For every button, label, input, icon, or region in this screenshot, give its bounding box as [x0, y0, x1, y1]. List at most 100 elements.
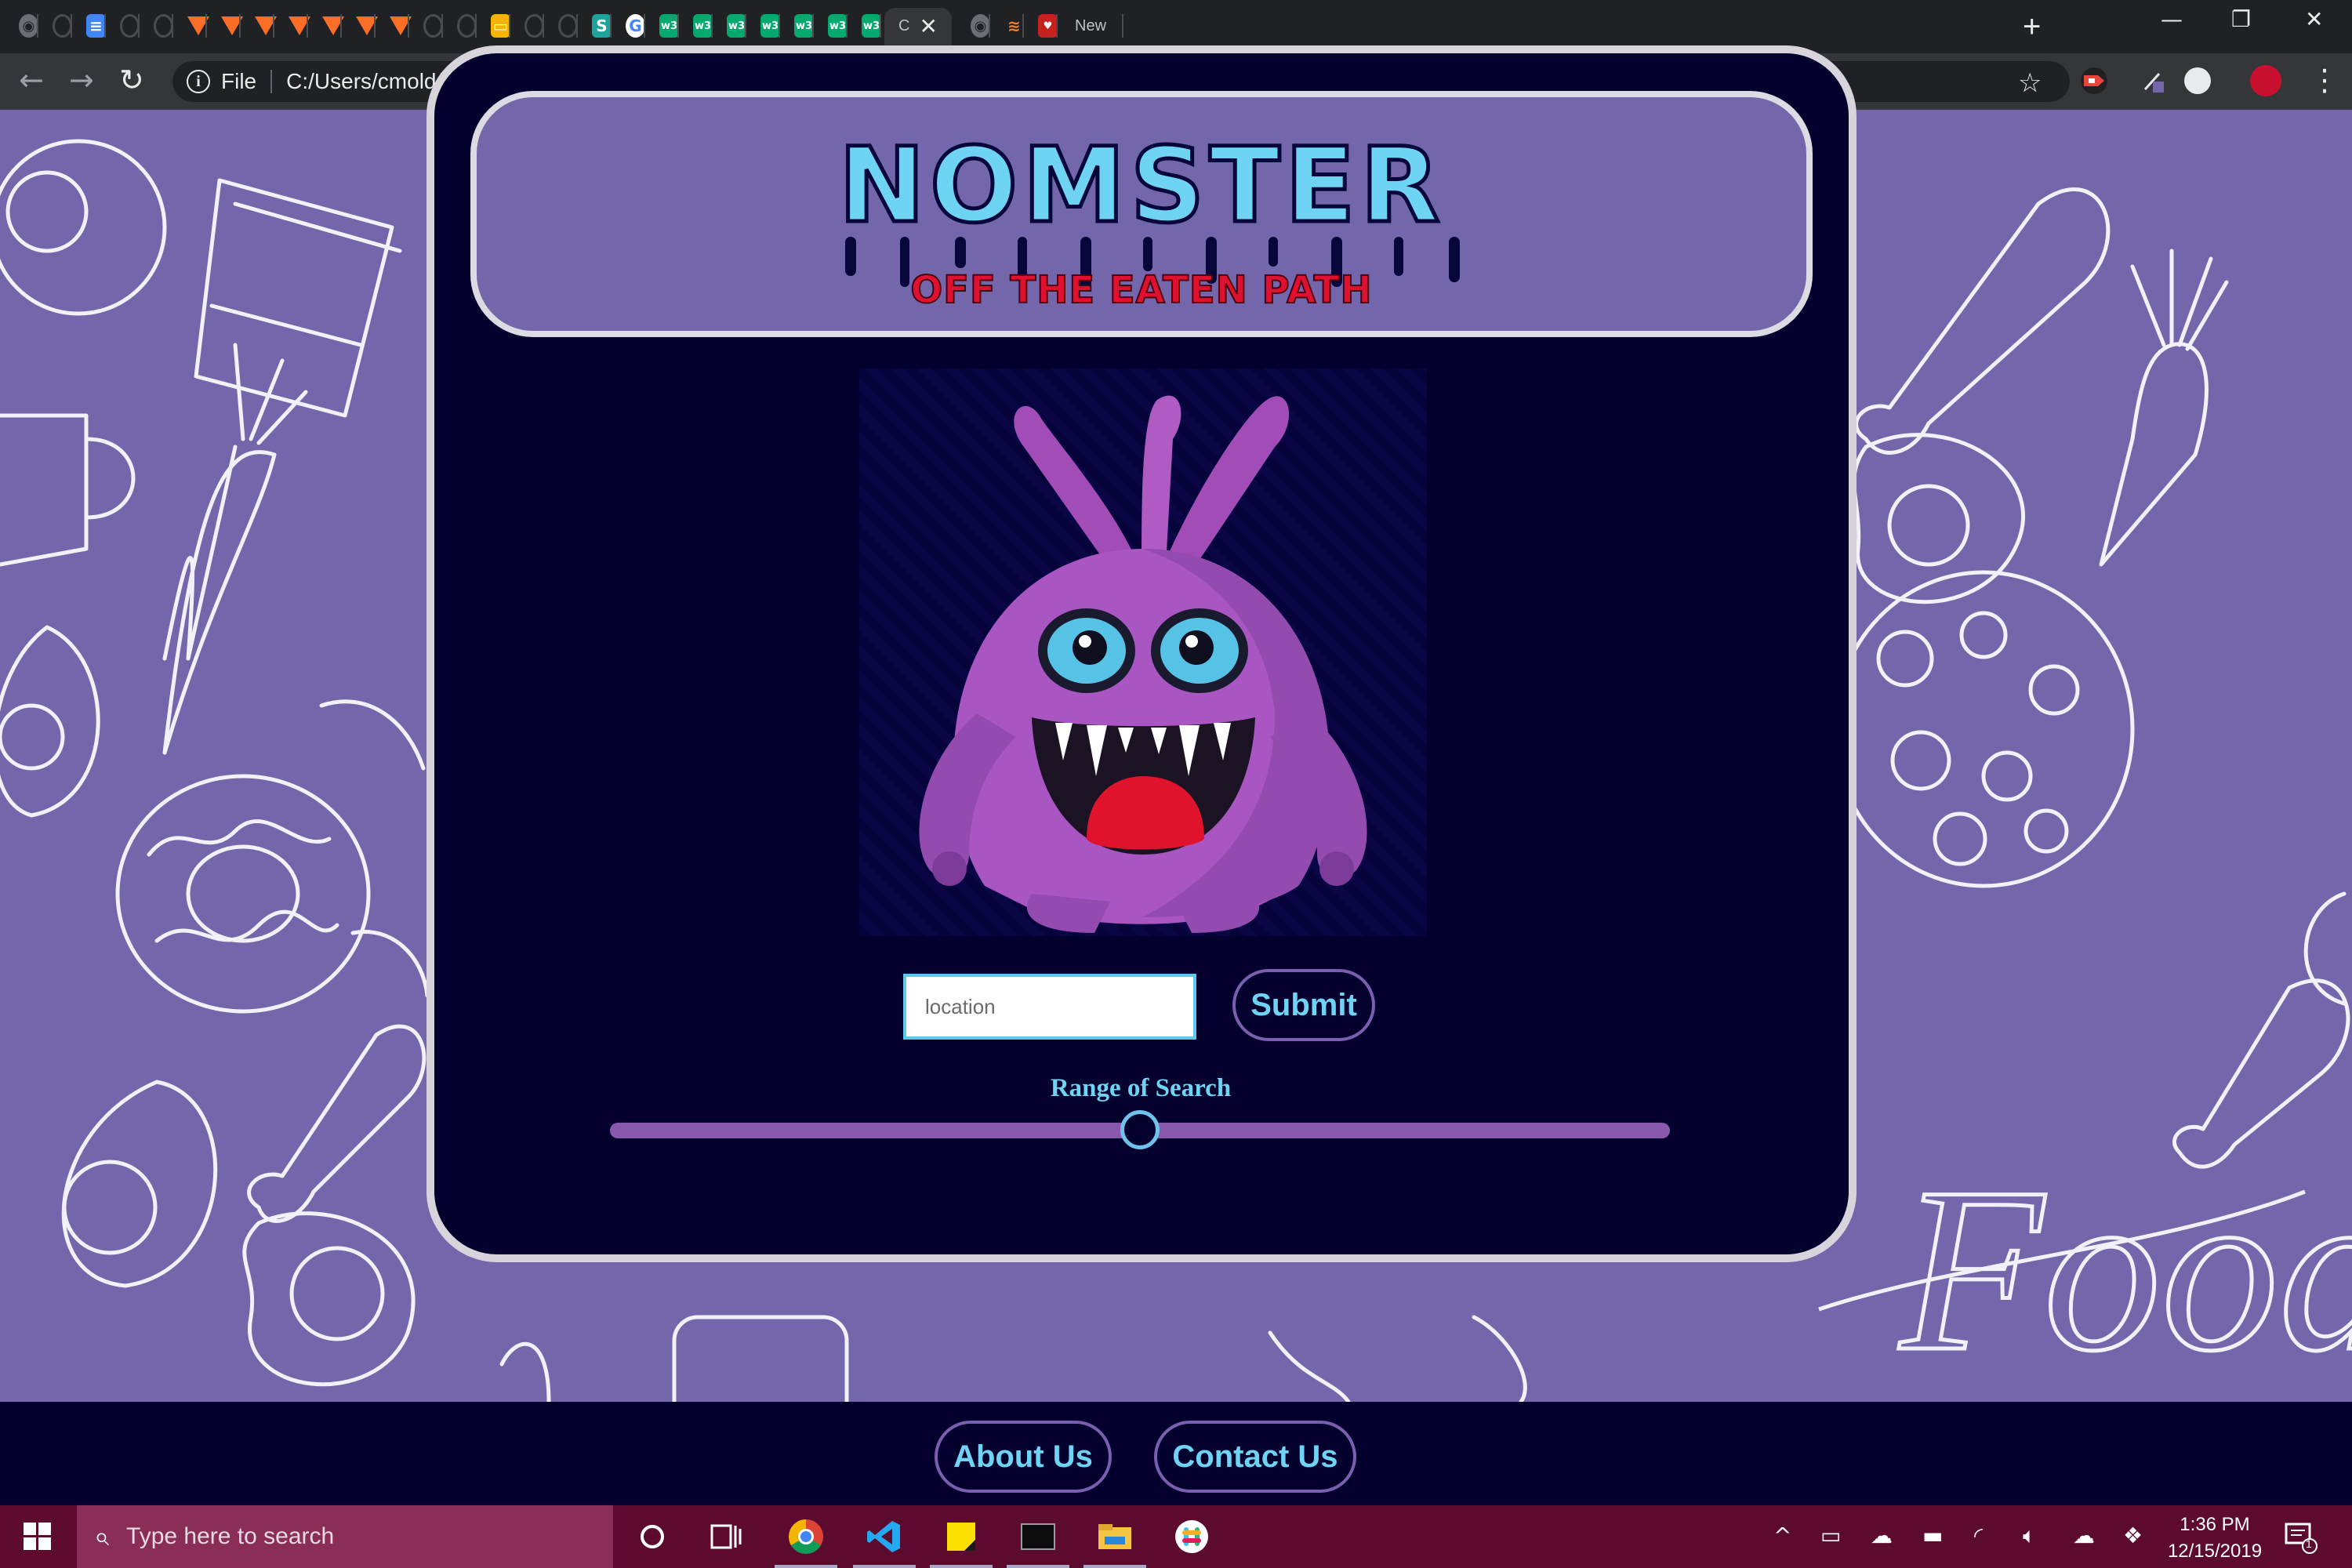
- browser-tab[interactable]: w3: [679, 8, 713, 44]
- profile-avatar[interactable]: [2250, 65, 2281, 96]
- taskbar-search-box[interactable]: ⌕ Type here to search: [77, 1505, 613, 1568]
- browser-tab[interactable]: w3: [746, 8, 780, 44]
- chevron-up-icon[interactable]: ^: [1773, 1523, 1791, 1548]
- browser-tab[interactable]: [308, 8, 342, 44]
- calendar-icon: ♥: [1038, 14, 1058, 38]
- browser-tab[interactable]: [409, 8, 443, 44]
- about-us-button[interactable]: About Us: [935, 1421, 1112, 1493]
- globe-icon: ◉: [971, 14, 990, 38]
- browser-tab[interactable]: ≋: [990, 8, 1024, 44]
- onedrive-icon[interactable]: ☁: [1871, 1523, 1893, 1548]
- browser-tab[interactable]: [274, 8, 308, 44]
- location-input[interactable]: [903, 974, 1196, 1040]
- dropbox-icon[interactable]: ❖: [2123, 1523, 2143, 1548]
- browser-tab[interactable]: ≡: [72, 8, 106, 44]
- fried-egg-doodle: [242, 1211, 416, 1387]
- chrome-icon[interactable]: [775, 1516, 837, 1568]
- browser-tab[interactable]: w3: [848, 8, 881, 44]
- file-explorer-icon[interactable]: [1083, 1516, 1146, 1568]
- site-info-icon[interactable]: i: [187, 70, 210, 93]
- drumstick-doodle: [247, 1024, 426, 1223]
- browser-tab[interactable]: [342, 8, 376, 44]
- contact-us-button[interactable]: Contact Us: [1154, 1421, 1356, 1493]
- w3schools-icon: w3: [727, 14, 746, 38]
- browser-tab[interactable]: w3: [713, 8, 746, 44]
- browser-tab[interactable]: w3: [814, 8, 848, 44]
- github-icon: [457, 14, 477, 38]
- google-docs-icon: ≡: [86, 14, 106, 38]
- slack-icon[interactable]: [1171, 1516, 1212, 1557]
- w3schools-icon: w3: [862, 14, 881, 38]
- browser-tab[interactable]: G: [612, 8, 645, 44]
- submit-button[interactable]: Submit: [1232, 969, 1375, 1041]
- restore-button[interactable]: ❐: [2231, 6, 2251, 32]
- close-window-button[interactable]: ✕: [2305, 6, 2323, 32]
- reload-button[interactable]: ↻: [119, 64, 144, 96]
- github-icon: [558, 14, 578, 38]
- close-tab-icon[interactable]: ✕: [919, 13, 937, 39]
- w3schools-icon: w3: [659, 14, 679, 38]
- carrot-doodle-right: [2099, 342, 2209, 567]
- browser-tab[interactable]: ▭: [477, 8, 510, 44]
- cloud-upload-icon[interactable]: ☁: [2073, 1523, 2095, 1548]
- extension-circle-icon[interactable]: [2184, 67, 2211, 94]
- browser-tab[interactable]: [544, 8, 578, 44]
- browser-tab[interactable]: [38, 8, 72, 44]
- browser-tab[interactable]: ◉: [956, 8, 990, 44]
- menu-kebab-icon[interactable]: ⋮: [2310, 64, 2339, 96]
- extension-icon[interactable]: [2081, 67, 2107, 94]
- stackoverflow-icon: ≋: [1007, 16, 1021, 35]
- donut-doodle-2: [115, 774, 371, 1014]
- tab-separator: [1056, 14, 1058, 38]
- sticky-notes-icon[interactable]: [930, 1516, 993, 1568]
- task-view-icon[interactable]: [706, 1516, 746, 1557]
- volume-icon[interactable]: 🔈︎: [2023, 1523, 2036, 1549]
- globe-icon: ◉: [19, 14, 38, 38]
- browser-tab[interactable]: w3: [645, 8, 679, 44]
- forward-button[interactable]: →: [69, 64, 94, 96]
- vscode-icon[interactable]: [853, 1516, 916, 1568]
- drumstick-doodle-right: [1854, 187, 2111, 455]
- browser-tab[interactable]: [510, 8, 544, 44]
- new-tab-title: New: [1075, 16, 1107, 34]
- browser-tab[interactable]: w3: [780, 8, 814, 44]
- w3schools-icon: w3: [760, 14, 780, 38]
- windows-start-icon[interactable]: [24, 1523, 52, 1551]
- display-icon[interactable]: ▭: [1820, 1523, 1841, 1548]
- fried-egg-doodle-right: [1852, 433, 2025, 604]
- back-button[interactable]: ←: [19, 64, 44, 96]
- browser-tab[interactable]: ◉: [5, 8, 38, 44]
- google-slides-icon: ▭: [491, 14, 510, 38]
- battery-icon[interactable]: ▬: [1922, 1523, 1943, 1548]
- browser-tab-new[interactable]: New: [1061, 8, 1123, 44]
- browser-tab[interactable]: [207, 8, 241, 44]
- mug-doodle: [0, 413, 89, 567]
- browser-tab[interactable]: [376, 8, 409, 44]
- notification-count: 1: [2306, 1537, 2312, 1550]
- taskbar-search-placeholder: Type here to search: [126, 1523, 335, 1549]
- minimize-button[interactable]: —: [2161, 6, 2183, 32]
- clock-date: 12/15/2019: [2167, 1541, 2263, 1562]
- browser-tab[interactable]: [140, 8, 173, 44]
- range-slider-thumb[interactable]: [1120, 1110, 1160, 1149]
- browser-tab[interactable]: [173, 8, 207, 44]
- notification-center-icon[interactable]: 1: [2285, 1521, 2318, 1554]
- system-clock[interactable]: 1:36 PM 12/15/2019: [2148, 1512, 2281, 1565]
- monster-image: [859, 368, 1427, 936]
- browser-tab[interactable]: [106, 8, 140, 44]
- clock-time: 1:36 PM: [2180, 1514, 2250, 1535]
- eyedropper-extension-icon[interactable]: [2140, 67, 2167, 94]
- avocado-doodle: [0, 625, 100, 818]
- terminal-icon[interactable]: [1007, 1516, 1069, 1568]
- browser-tab[interactable]: S: [578, 8, 612, 44]
- footer: About Us Contact Us: [0, 1402, 2352, 1505]
- header-banner: NOMSTER OFF THE EATEN PATH: [470, 91, 1813, 337]
- browser-tab[interactable]: [241, 8, 274, 44]
- star-icon[interactable]: ☆: [2018, 67, 2042, 99]
- browser-tab[interactable]: ♥: [1024, 8, 1058, 44]
- browser-tab[interactable]: [443, 8, 477, 44]
- new-tab-button[interactable]: +: [2023, 11, 2041, 42]
- wifi-icon[interactable]: ◜: [1974, 1523, 1983, 1548]
- cortana-icon[interactable]: [632, 1516, 673, 1557]
- avocado-doodle-2: [61, 1080, 218, 1288]
